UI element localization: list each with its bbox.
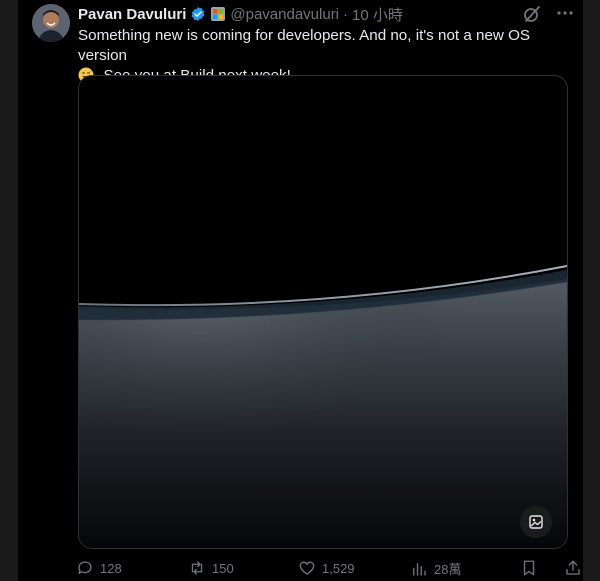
like-count: 1,529 (322, 560, 355, 576)
grok-icon[interactable] (522, 4, 542, 24)
tweet-card[interactable]: Pavan Davuluri @pavandavuluri · 10 小時 So… (18, 0, 583, 581)
verified-badge-icon (190, 6, 206, 22)
avatar[interactable] (32, 4, 70, 42)
image-description-button[interactable] (520, 506, 552, 538)
heart-icon (299, 561, 315, 575)
views-count: 28萬 (434, 562, 462, 577)
share-button[interactable] (564, 559, 588, 577)
left-gutter (0, 0, 18, 581)
like-button[interactable]: 1,529 (298, 559, 355, 577)
repost-count: 150 (212, 560, 234, 576)
more-options-icon[interactable] (555, 3, 575, 23)
reply-icon (78, 561, 92, 574)
repost-button[interactable]: 150 (188, 559, 234, 577)
author-name[interactable]: Pavan Davuluri (78, 6, 186, 23)
affiliate-badge-icon[interactable] (211, 7, 226, 21)
right-gutter (583, 0, 600, 581)
image-description-icon (529, 515, 543, 529)
tweet-text-line1: Something new is coming for developers. … (78, 27, 531, 64)
repost-icon (191, 561, 203, 575)
tweet-header: Pavan Davuluri @pavandavuluri · 10 小時 (78, 4, 403, 24)
tweet-actions: 128 150 1,529 28萬 (76, 559, 581, 581)
reply-button[interactable]: 128 (76, 559, 122, 577)
share-icon (566, 560, 580, 575)
author-handle[interactable]: @pavandavuluri (230, 6, 339, 23)
views-button[interactable]: 28萬 (410, 559, 461, 578)
bookmark-icon (523, 560, 535, 576)
reply-count: 128 (100, 560, 122, 576)
tweet-image[interactable] (78, 75, 568, 549)
bookmark-button[interactable] (520, 559, 544, 577)
separator-dot: · (343, 5, 349, 23)
tweet-timestamp[interactable]: 10 小時 (352, 4, 403, 25)
views-icon (413, 562, 426, 576)
